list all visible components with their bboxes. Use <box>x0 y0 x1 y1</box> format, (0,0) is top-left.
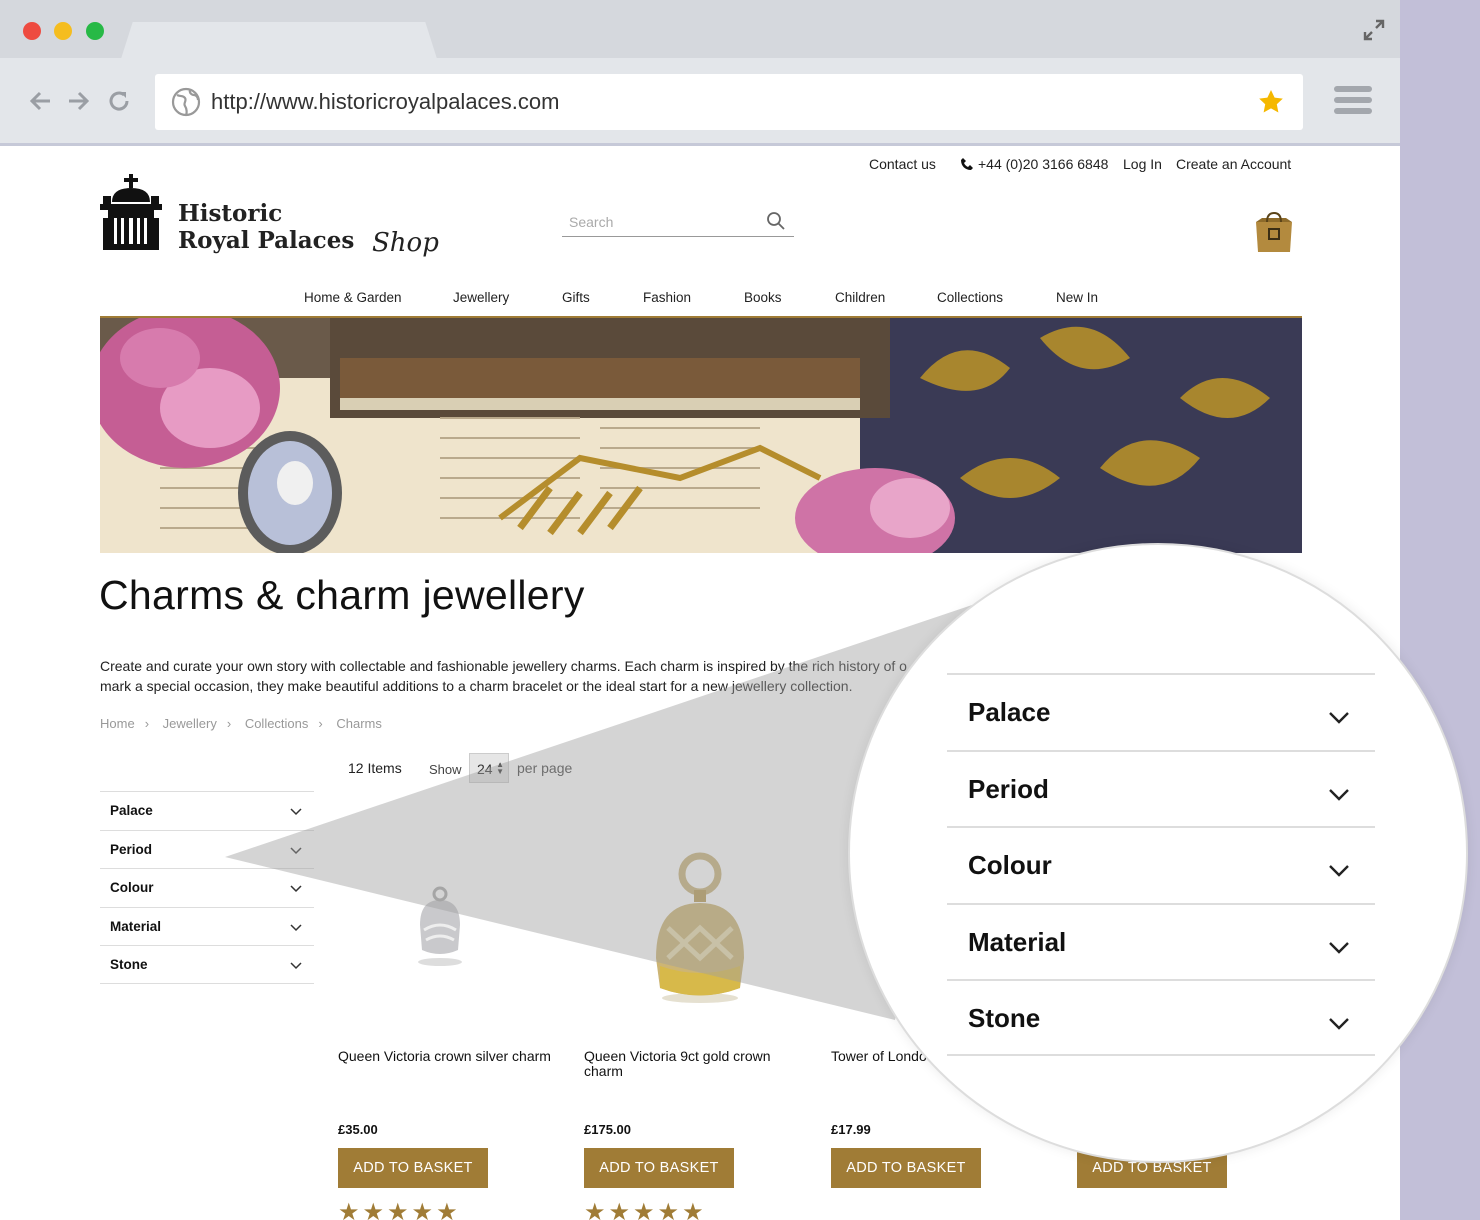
magnified-filter-material[interactable]: Material <box>947 902 1375 980</box>
magnified-filter-list: Palace Period Colour Material Stone <box>947 673 1375 1056</box>
filter-label: Material <box>968 926 1067 957</box>
magnified-filter-palace[interactable]: Palace <box>947 673 1375 750</box>
filter-label: Colour <box>968 850 1052 880</box>
chevron-down-icon <box>1329 941 1349 954</box>
filter-label: Stone <box>968 1003 1041 1033</box>
magnified-filter-colour[interactable]: Colour <box>947 826 1375 903</box>
chevron-down-icon <box>1329 788 1349 801</box>
magnified-filter-period[interactable]: Period <box>947 749 1375 827</box>
filter-label: Period <box>968 773 1049 804</box>
chevron-down-icon <box>1329 865 1349 877</box>
chevron-down-icon <box>1329 1018 1349 1030</box>
filter-label: Palace <box>968 697 1051 727</box>
filter-magnifier: Palace Period Colour Material Stone <box>848 543 1468 1163</box>
magnified-filter-stone[interactable]: Stone <box>947 979 1375 1056</box>
chevron-down-icon <box>1329 712 1349 724</box>
